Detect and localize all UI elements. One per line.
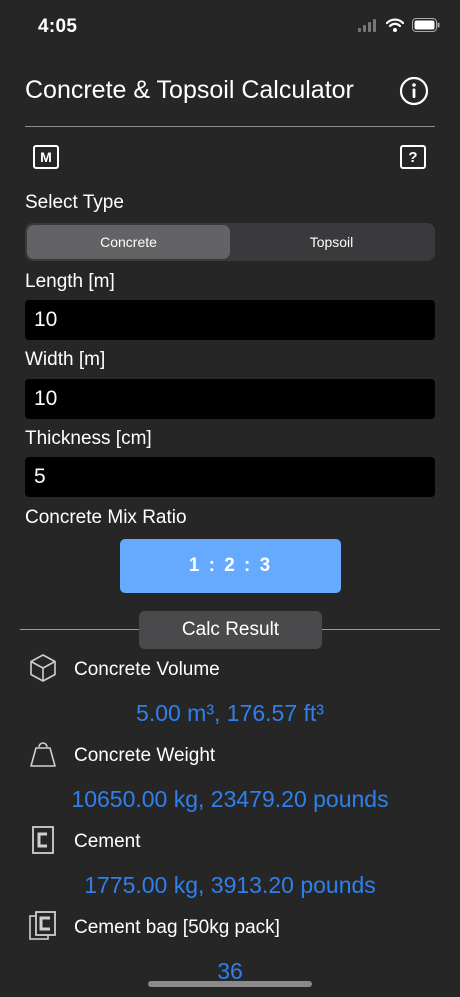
concrete-weight-value: 10650.00 kg, 23479.20 pounds xyxy=(71,786,389,812)
info-icon xyxy=(399,76,429,106)
length-input[interactable]: 10 xyxy=(25,300,435,340)
signal-icon xyxy=(358,18,376,32)
status-icons xyxy=(358,18,440,32)
header-divider xyxy=(25,126,435,127)
cement-bag-icon xyxy=(28,911,58,941)
cement-label: Cement xyxy=(74,831,141,852)
width-label: Width [m] xyxy=(25,349,106,370)
home-indicator xyxy=(148,981,312,987)
wifi-icon xyxy=(386,18,404,32)
m-button[interactable]: M xyxy=(33,145,59,169)
concrete-weight-label: Concrete Weight xyxy=(74,745,216,766)
calc-result-tab[interactable]: Calc Result xyxy=(139,611,322,649)
cement-icon xyxy=(28,825,58,855)
thickness-label: Thickness [cm] xyxy=(25,428,152,449)
segment-topsoil[interactable]: Topsoil xyxy=(230,225,433,259)
concrete-volume-label: Concrete Volume xyxy=(74,659,220,680)
status-bar: 4:05 xyxy=(0,0,460,56)
cube-icon xyxy=(28,653,58,683)
info-button[interactable] xyxy=(399,76,429,106)
segment-concrete[interactable]: Concrete xyxy=(27,225,230,259)
header: Concrete & Topsoil Calculator xyxy=(25,70,435,114)
status-time: 4:05 xyxy=(38,16,78,37)
width-input[interactable]: 10 xyxy=(25,379,435,419)
cement-bag-label: Cement bag [50kg pack] xyxy=(74,917,280,938)
length-label: Length [m] xyxy=(25,271,115,292)
help-button[interactable]: ? xyxy=(400,145,426,169)
weight-icon xyxy=(28,739,58,769)
mix-ratio-button[interactable]: 1 : 2 : 3 xyxy=(120,539,341,593)
thickness-input[interactable]: 5 xyxy=(25,457,435,497)
mix-ratio-label: Concrete Mix Ratio xyxy=(25,507,187,528)
select-type-label: Select Type xyxy=(25,192,124,213)
battery-icon xyxy=(412,18,440,32)
page-title: Concrete & Topsoil Calculator xyxy=(25,76,354,104)
concrete-volume-value: 5.00 m³, 176.57 ft³ xyxy=(136,700,324,726)
type-segmented-control: Concrete Topsoil xyxy=(25,223,435,261)
cement-value: 1775.00 kg, 3913.20 pounds xyxy=(84,872,376,898)
